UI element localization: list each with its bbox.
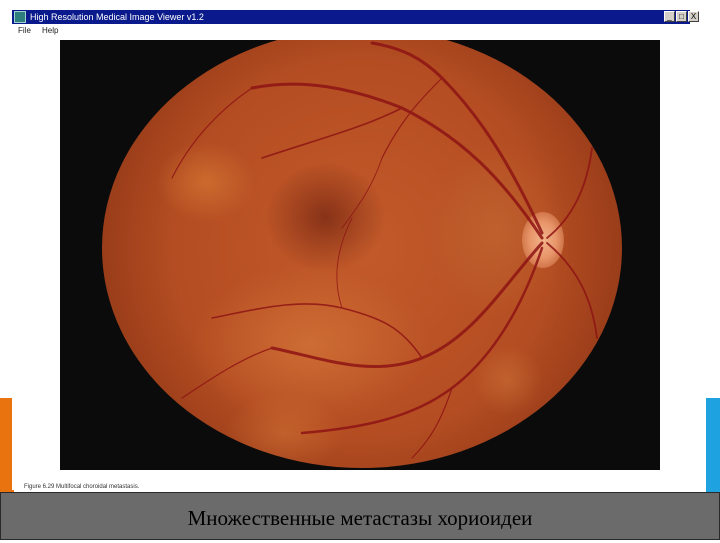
menu-bar: File Help bbox=[12, 24, 690, 38]
minimize-button[interactable]: _ bbox=[664, 11, 675, 22]
slide-banner: Множественные метастазы хориоидеи bbox=[0, 492, 720, 540]
menu-help[interactable]: Help bbox=[42, 24, 58, 38]
fundus-photo bbox=[102, 40, 622, 468]
window-title: High Resolution Medical Image Viewer v1.… bbox=[30, 12, 204, 22]
close-button[interactable]: X bbox=[688, 11, 699, 22]
right-accent-bar bbox=[706, 398, 720, 492]
viewer-window: High Resolution Medical Image Viewer v1.… bbox=[12, 10, 699, 490]
image-viewport[interactable] bbox=[60, 40, 660, 470]
app-icon bbox=[14, 11, 26, 23]
title-bar[interactable]: High Resolution Medical Image Viewer v1.… bbox=[12, 10, 699, 24]
maximize-button[interactable]: □ bbox=[676, 11, 687, 22]
figure-caption: Figure 6.29 Multifocal choroidal metasta… bbox=[24, 484, 140, 490]
menu-file[interactable]: File bbox=[18, 24, 31, 38]
slide-caption: Множественные метастазы хориоидеи bbox=[187, 506, 533, 530]
retinal-vessels bbox=[171, 41, 598, 459]
